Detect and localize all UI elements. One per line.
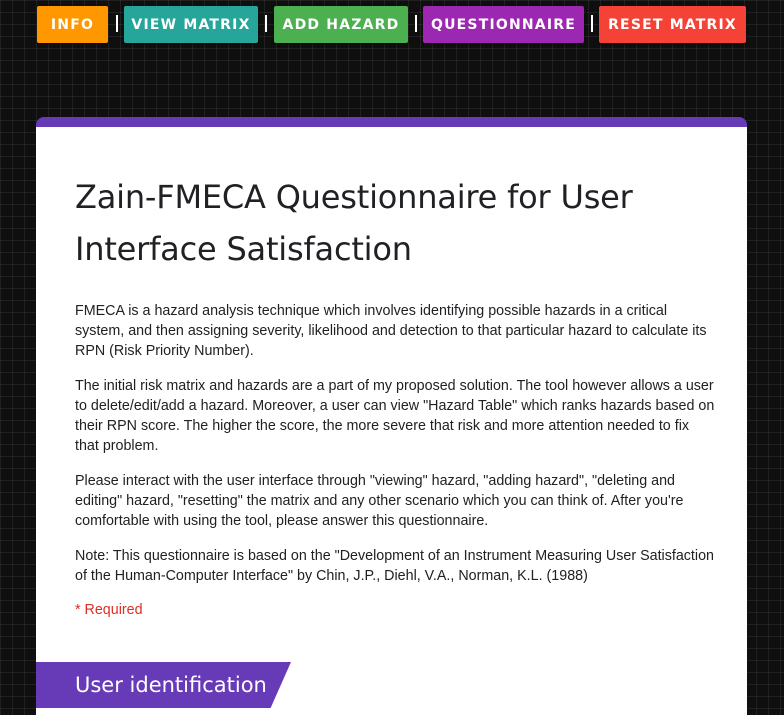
info-button[interactable]: INFO — [37, 6, 108, 43]
required-note: * Required — [75, 602, 143, 618]
nav-separator — [591, 15, 593, 32]
description-paragraph: FMECA is a hazard analysis technique whi… — [75, 303, 707, 359]
nav-separator — [116, 15, 118, 32]
description-note: Note: This questionnaire is based on the… — [75, 548, 714, 584]
questionnaire-button[interactable]: QUESTIONNAIRE — [423, 6, 584, 43]
nav-separator — [265, 15, 267, 32]
section-header-user-identification: User identification — [36, 662, 291, 708]
add-hazard-button[interactable]: ADD HAZARD — [274, 6, 408, 43]
reset-matrix-button[interactable]: RESET MATRIX — [599, 6, 746, 43]
form-card: Zain-FMECA Questionnaire for User Interf… — [36, 117, 747, 715]
description-paragraph: The initial risk matrix and hazards are … — [75, 378, 715, 454]
view-matrix-button[interactable]: VIEW MATRIX — [124, 6, 258, 43]
form-description: FMECA is a hazard analysis technique whi… — [75, 301, 715, 601]
description-paragraph: Please interact with the user interface … — [75, 473, 684, 529]
form-title: Zain-FMECA Questionnaire for User Interf… — [75, 178, 633, 268]
nav-separator — [415, 15, 417, 32]
